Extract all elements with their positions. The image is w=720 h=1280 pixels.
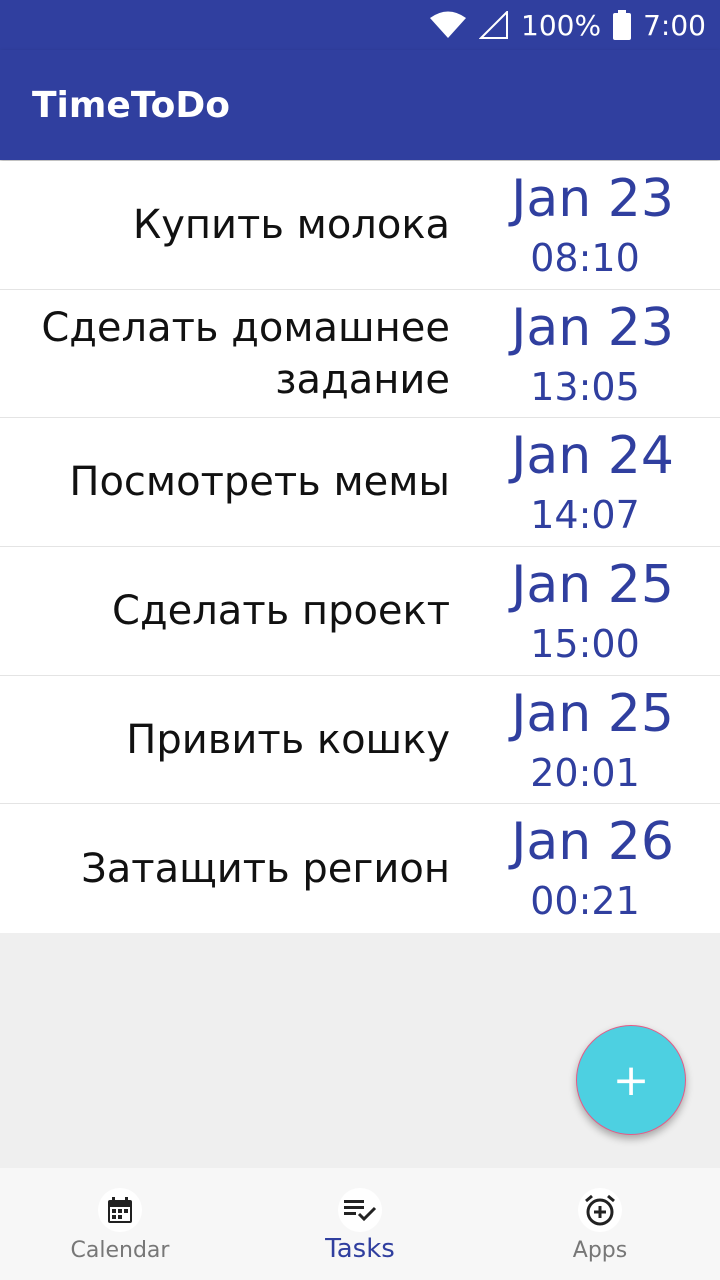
alarm-add-icon bbox=[578, 1188, 622, 1232]
task-title: Сделать домашнее задание bbox=[41, 304, 450, 403]
bottom-navigation: Calendar Tasks Apps bbox=[0, 1168, 720, 1280]
task-time: 00:21 bbox=[530, 879, 640, 924]
task-item[interactable]: Купить молока Jan 23 08:10 bbox=[0, 161, 720, 290]
status-bar: 100% 7:00 bbox=[0, 0, 720, 50]
task-time: 15:00 bbox=[530, 622, 640, 667]
nav-label-apps: Apps bbox=[572, 1238, 628, 1263]
wifi-icon bbox=[429, 11, 467, 39]
task-item[interactable]: Затащить регион Jan 26 00:21 bbox=[0, 804, 720, 933]
app-title: TimeToDo bbox=[32, 84, 230, 126]
tasks-icon bbox=[338, 1188, 382, 1232]
battery-icon bbox=[613, 10, 632, 40]
task-time: 08:10 bbox=[530, 236, 640, 280]
task-item[interactable]: Посмотреть мемы Jan 24 14:07 bbox=[0, 418, 720, 548]
nav-label-calendar: Calendar bbox=[70, 1238, 170, 1263]
task-date: Jan 24 bbox=[511, 426, 674, 487]
task-title: Привить кошку bbox=[126, 716, 450, 763]
cell-signal-icon bbox=[479, 11, 509, 39]
task-title: Посмотреть мемы bbox=[69, 459, 450, 506]
calendar-icon bbox=[98, 1188, 142, 1232]
task-date: Jan 25 bbox=[511, 683, 674, 744]
task-time: 13:05 bbox=[530, 364, 640, 409]
task-time: 20:01 bbox=[530, 750, 640, 795]
nav-item-calendar[interactable]: Calendar bbox=[0, 1168, 240, 1280]
task-date: Jan 23 bbox=[511, 169, 674, 229]
nav-item-apps[interactable]: Apps bbox=[480, 1168, 720, 1280]
task-title: Затащить регион bbox=[81, 845, 450, 892]
add-task-button[interactable]: + bbox=[576, 1025, 686, 1135]
clock: 7:00 bbox=[643, 8, 706, 42]
task-date: Jan 25 bbox=[511, 555, 674, 616]
task-title: Купить молока bbox=[132, 201, 450, 248]
nav-label-tasks: Tasks bbox=[325, 1234, 395, 1264]
task-list: Купить молока Jan 23 08:10 Сделать домаш… bbox=[0, 161, 720, 934]
task-item[interactable]: Привить кошку Jan 25 20:01 bbox=[0, 676, 720, 805]
task-time: 14:07 bbox=[530, 493, 640, 538]
task-date: Jan 26 bbox=[511, 812, 674, 873]
battery-percent: 100% bbox=[521, 8, 602, 42]
task-date: Jan 23 bbox=[511, 297, 674, 358]
plus-icon: + bbox=[612, 1054, 650, 1106]
task-title: Сделать проект bbox=[112, 587, 450, 634]
task-item[interactable]: Сделать проект Jan 25 15:00 bbox=[0, 547, 720, 676]
app-bar: TimeToDo bbox=[0, 50, 720, 160]
nav-item-tasks[interactable]: Tasks bbox=[240, 1168, 480, 1280]
task-item[interactable]: Сделать домашнее задание Jan 23 13:05 bbox=[0, 290, 720, 419]
